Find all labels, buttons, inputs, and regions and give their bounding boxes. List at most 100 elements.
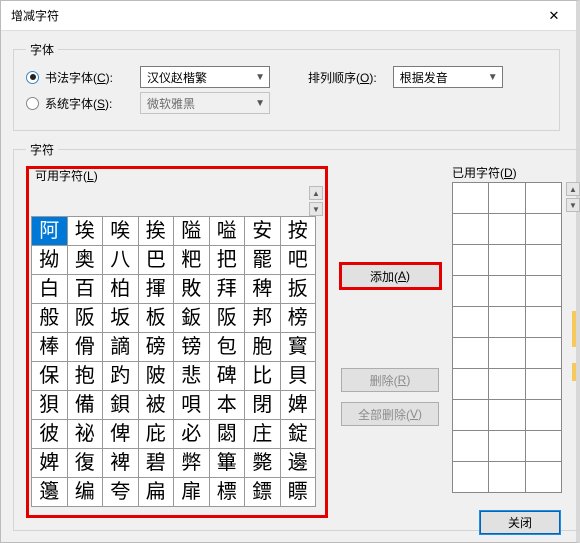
char-cell[interactable]: 錠	[280, 420, 316, 449]
char-cell[interactable]: 罷	[245, 246, 281, 275]
char-cell[interactable]: 裨	[103, 449, 139, 478]
used-cell[interactable]	[525, 214, 561, 245]
used-cell[interactable]	[489, 369, 525, 400]
char-cell[interactable]: 備	[67, 391, 103, 420]
char-cell[interactable]: 婢	[32, 449, 68, 478]
char-cell[interactable]: 狽	[32, 391, 68, 420]
char-cell[interactable]: 弊	[174, 449, 210, 478]
used-cell[interactable]	[453, 431, 489, 462]
char-cell[interactable]: 扉	[174, 478, 210, 507]
char-cell[interactable]: 扁	[138, 478, 174, 507]
used-scrollbar[interactable]: ▲ ▼	[566, 182, 580, 212]
used-cell[interactable]	[525, 338, 561, 369]
calligraphy-font-combo[interactable]: 汉仪赵楷繁 ▼	[140, 66, 270, 88]
used-cell[interactable]	[489, 400, 525, 431]
char-cell[interactable]: 镑	[174, 333, 210, 362]
used-cell[interactable]	[453, 183, 489, 214]
used-cell[interactable]	[525, 183, 561, 214]
char-cell[interactable]: 庄	[245, 420, 281, 449]
char-cell[interactable]: 埃	[67, 217, 103, 246]
used-cell[interactable]	[525, 245, 561, 276]
char-cell[interactable]: 编	[67, 478, 103, 507]
char-cell[interactable]: 阪	[67, 304, 103, 333]
char-cell[interactable]: 斃	[245, 449, 281, 478]
close-button[interactable]: 关闭	[480, 511, 560, 534]
used-cell[interactable]	[489, 245, 525, 276]
char-cell[interactable]: 碧	[138, 449, 174, 478]
system-font-radio[interactable]: 系统字体(S):	[26, 95, 130, 112]
char-cell[interactable]: 榜	[280, 304, 316, 333]
char-cell[interactable]: 彼	[32, 420, 68, 449]
char-cell[interactable]: 夸	[103, 478, 139, 507]
used-cell[interactable]	[525, 400, 561, 431]
char-cell[interactable]: 奥	[67, 246, 103, 275]
char-cell[interactable]: 趵	[103, 362, 139, 391]
char-cell[interactable]: 白	[32, 275, 68, 304]
add-button[interactable]: 添加(A)	[339, 262, 442, 290]
char-cell[interactable]: 標	[209, 478, 245, 507]
char-cell[interactable]: 鋇	[103, 391, 139, 420]
char-cell[interactable]: 邊	[280, 449, 316, 478]
char-cell[interactable]: 把	[209, 246, 245, 275]
used-cell[interactable]	[525, 431, 561, 462]
char-cell[interactable]: 邦	[245, 304, 281, 333]
char-cell[interactable]: 拗	[32, 246, 68, 275]
used-cell[interactable]	[525, 462, 561, 493]
char-cell[interactable]: 比	[245, 362, 281, 391]
used-cell[interactable]	[453, 369, 489, 400]
char-cell[interactable]: 隘	[174, 217, 210, 246]
char-cell[interactable]: 坂	[103, 304, 139, 333]
char-cell[interactable]: 碑	[209, 362, 245, 391]
char-cell[interactable]: 稗	[245, 275, 281, 304]
char-cell[interactable]: 嗌	[209, 217, 245, 246]
used-cell[interactable]	[525, 276, 561, 307]
char-cell[interactable]: 謫	[103, 333, 139, 362]
char-cell[interactable]: 粑	[174, 246, 210, 275]
char-cell[interactable]: 俾	[103, 420, 139, 449]
char-cell[interactable]: 八	[103, 246, 139, 275]
calligraphy-radio[interactable]: 书法字体(C):	[26, 69, 130, 86]
char-cell[interactable]: 般	[32, 304, 68, 333]
used-cell[interactable]	[489, 338, 525, 369]
char-cell[interactable]: 陂	[138, 362, 174, 391]
char-cell[interactable]: 本	[209, 391, 245, 420]
used-cell[interactable]	[489, 183, 525, 214]
scroll-down-icon[interactable]: ▼	[309, 202, 323, 216]
char-cell[interactable]: 閟	[209, 420, 245, 449]
used-cell[interactable]	[453, 400, 489, 431]
used-cell[interactable]	[489, 307, 525, 338]
char-cell[interactable]: 鏢	[245, 478, 281, 507]
char-cell[interactable]: 傦	[67, 333, 103, 362]
char-cell[interactable]: 寳	[280, 333, 316, 362]
char-cell[interactable]: 揮	[138, 275, 174, 304]
char-cell[interactable]: 貝	[280, 362, 316, 391]
char-cell[interactable]: 敗	[174, 275, 210, 304]
char-cell[interactable]: 篳	[209, 449, 245, 478]
used-chars-grid[interactable]	[452, 182, 562, 493]
char-cell[interactable]: 柏	[103, 275, 139, 304]
char-cell[interactable]: 復	[67, 449, 103, 478]
used-cell[interactable]	[453, 276, 489, 307]
char-cell[interactable]: 悲	[174, 362, 210, 391]
scroll-up-icon[interactable]: ▲	[566, 182, 580, 196]
char-cell[interactable]: 祕	[67, 420, 103, 449]
used-cell[interactable]	[525, 307, 561, 338]
char-cell[interactable]: 庇	[138, 420, 174, 449]
char-cell[interactable]: 唄	[174, 391, 210, 420]
char-cell[interactable]: 挨	[138, 217, 174, 246]
char-cell[interactable]: 包	[209, 333, 245, 362]
char-cell[interactable]: 板	[138, 304, 174, 333]
char-cell[interactable]: 瞟	[280, 478, 316, 507]
char-cell[interactable]: 扳	[280, 275, 316, 304]
char-cell[interactable]: 婢	[280, 391, 316, 420]
used-cell[interactable]	[525, 369, 561, 400]
used-cell[interactable]	[489, 276, 525, 307]
used-cell[interactable]	[489, 214, 525, 245]
char-cell[interactable]: 吧	[280, 246, 316, 275]
char-cell[interactable]: 按	[280, 217, 316, 246]
char-cell[interactable]: 閉	[245, 391, 281, 420]
char-cell[interactable]: 百	[67, 275, 103, 304]
close-icon[interactable]: ✕	[532, 1, 576, 31]
sort-order-combo[interactable]: 根据发音 ▼	[393, 66, 503, 88]
available-chars-grid[interactable]: 阿埃唉挨隘嗌安按拗奥八巴粑把罷吧白百柏揮敗拜稗扳般阪坂板鈑阪邦榜棒傦謫磅镑包胞寳…	[31, 216, 316, 507]
